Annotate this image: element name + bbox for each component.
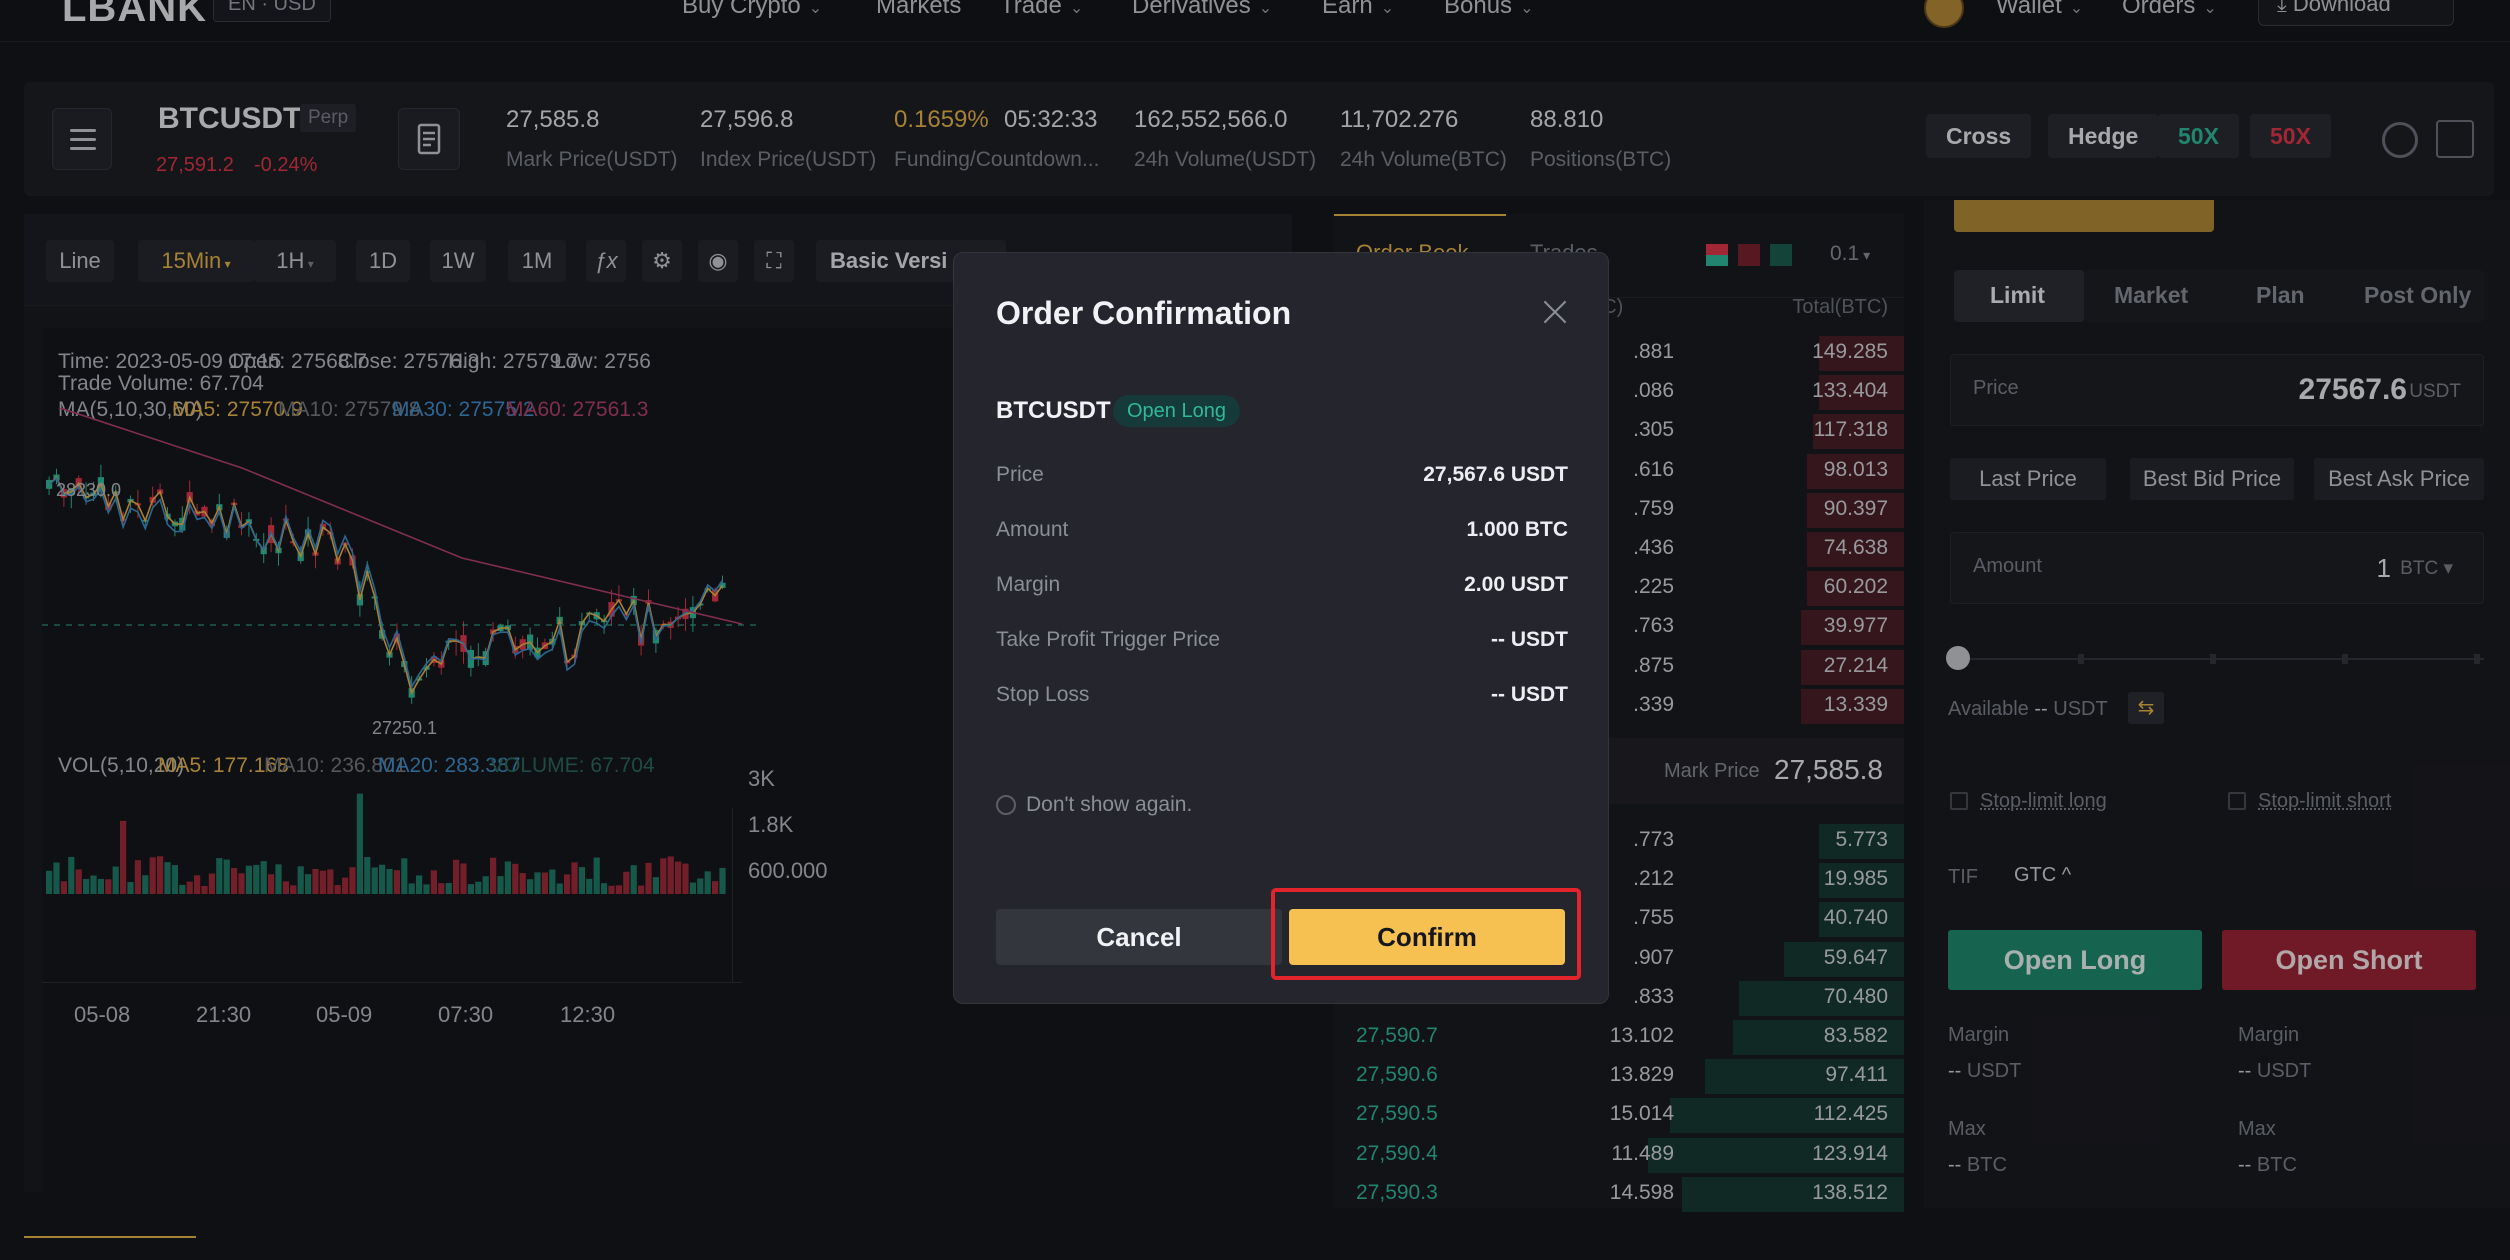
detail-value: 2.00 USDT <box>1464 573 1568 596</box>
detail-key: Price <box>996 463 1044 486</box>
side-badge: Open Long <box>1113 395 1240 427</box>
dialog-symbol: BTCUSDT <box>996 397 1111 424</box>
detail-value: -- USDT <box>1491 683 1568 706</box>
detail-key: Take Profit Trigger Price <box>996 628 1221 651</box>
cancel-button[interactable]: Cancel <box>996 909 1282 965</box>
dont-show-again-label: Don't show again. <box>1026 793 1193 816</box>
dont-show-again-option[interactable]: Don't show again. <box>996 793 1192 817</box>
detail-row-price: Price 27,567.6 USDT <box>996 463 1568 493</box>
detail-row-stop-loss: Stop Loss -- USDT <box>996 683 1568 713</box>
close-icon[interactable] <box>1540 297 1570 327</box>
detail-key: Amount <box>996 518 1069 541</box>
detail-value: 27,567.6 USDT <box>1423 463 1568 486</box>
detail-row-take-profit: Take Profit Trigger Price -- USDT <box>996 628 1568 658</box>
detail-value: 1.000 BTC <box>1466 518 1568 541</box>
order-confirmation-dialog: Order Confirmation BTCUSDT Open Long Pri… <box>953 252 1609 1004</box>
radio-button[interactable] <box>996 795 1016 816</box>
detail-key: Margin <box>996 573 1061 596</box>
trading-page: LBANK EN · USD Buy Crypto ⌄ Markets Trade… <box>0 0 2510 1260</box>
confirm-button[interactable]: Confirm <box>1289 909 1565 965</box>
detail-row-margin: Margin 2.00 USDT <box>996 573 1568 603</box>
dialog-title: Order Confirmation <box>996 295 1292 331</box>
detail-key: Stop Loss <box>996 683 1090 706</box>
detail-row-amount: Amount 1.000 BTC <box>996 518 1568 548</box>
detail-value: -- USDT <box>1491 628 1568 651</box>
